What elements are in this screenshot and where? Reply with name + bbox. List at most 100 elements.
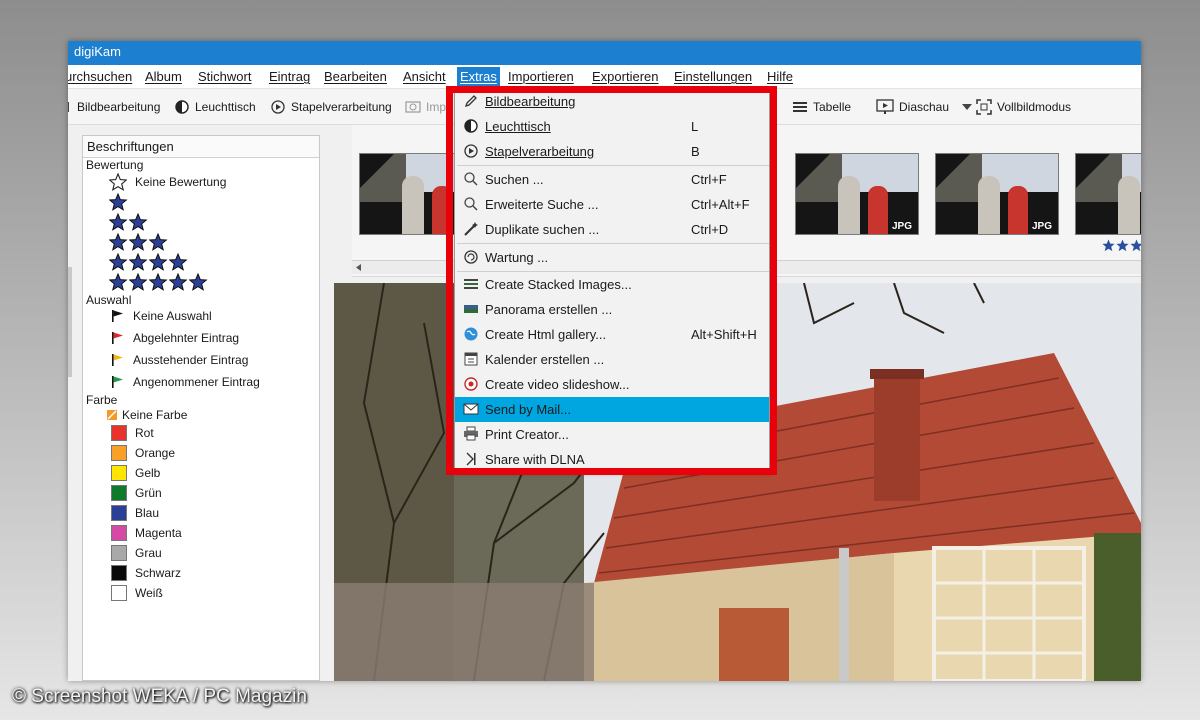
import-icon [405, 101, 421, 113]
color-gruen-item[interactable]: Grün [111, 485, 162, 501]
menu-item-duplikate-suchen[interactable]: Duplikate suchen ... Ctrl+D [455, 217, 769, 242]
menu-item-panorama-erstellen[interactable]: Panorama erstellen ... [455, 297, 769, 322]
thumbnail[interactable]: JPG [795, 153, 919, 235]
menu-exportieren[interactable]: Exportieren [589, 67, 661, 87]
no-color-icon [107, 410, 117, 420]
mail-icon [463, 401, 479, 417]
rating-star-icon [1130, 239, 1141, 252]
menu-item-leuchttisch[interactable]: Leuchttisch L [455, 114, 769, 139]
menu-album[interactable]: Album [142, 67, 185, 87]
menu-separator [457, 243, 769, 244]
batch-icon [463, 143, 479, 159]
lighttable-icon [463, 118, 479, 134]
toolbar-tabelle-button[interactable]: Tabelle [792, 97, 851, 117]
flag-red-icon [112, 332, 123, 344]
menu-item-create-html-gallery[interactable]: Create Html gallery... Alt+Shift+H [455, 322, 769, 347]
fullscreen-icon [976, 99, 992, 115]
toolbar-vollbildmodus-button[interactable]: Vollbildmodus [976, 97, 1071, 117]
color-swatch [111, 465, 127, 481]
toolbar-edge-icon [68, 102, 69, 112]
menu-item-create-video-slideshow[interactable]: Create video slideshow... [455, 372, 769, 397]
toolbar-import-button[interactable]: Imp [405, 97, 446, 117]
color-swatch [111, 505, 127, 521]
chevron-down-icon[interactable] [962, 103, 973, 111]
window-title: digiKam [74, 44, 121, 59]
filled-star-icon [109, 253, 128, 271]
rating-star-icon [1116, 239, 1129, 252]
menu-item-wartung[interactable]: Wartung ... [455, 245, 769, 270]
menu-item-send-by-mail[interactable]: Send by Mail... [455, 397, 769, 422]
color-section-label: Farbe [86, 393, 118, 407]
title-bar: digiKam [68, 41, 1141, 65]
menu-item-bildbearbeitung[interactable]: Bildbearbeitung [455, 89, 769, 114]
pencil-icon [463, 93, 479, 109]
menu-durchsuchen[interactable]: urchsuchen [68, 67, 135, 87]
scroll-left-icon[interactable] [352, 261, 366, 274]
menu-stichwort[interactable]: Stichwort [195, 67, 254, 87]
menu-item-create-stacked-images[interactable]: Create Stacked Images... [455, 272, 769, 297]
lighttable-icon [175, 100, 189, 114]
menu-item-share-with-dlna[interactable]: Share with DLNA [455, 447, 769, 471]
menu-ansicht[interactable]: Ansicht [400, 67, 449, 87]
menu-extras[interactable]: Extras [457, 67, 500, 87]
rating-2-star-item[interactable] [109, 213, 148, 231]
rating-star-icon [1102, 239, 1115, 252]
filled-star-icon [109, 273, 128, 291]
color-none-item[interactable]: Keine Farbe [107, 408, 187, 422]
thumbnail[interactable]: JPG [1075, 153, 1141, 235]
color-swatch [111, 525, 127, 541]
pick-pending-item[interactable]: Ausstehender Eintrag [111, 353, 248, 367]
menu-separator [457, 165, 769, 166]
menu-hilfe[interactable]: Hilfe [764, 67, 796, 87]
thumbnail-badge: JPG [1031, 221, 1052, 232]
menu-importieren[interactable]: Importieren [505, 67, 577, 87]
thumbnail[interactable]: JPG [935, 153, 1059, 235]
color-swatch [111, 485, 127, 501]
copyright-watermark: © Screenshot WEKA / PC Magazin [12, 686, 307, 707]
menu-einstellungen[interactable]: Einstellungen [671, 67, 755, 87]
pick-rejected-item[interactable]: Abgelehnter Eintrag [111, 331, 239, 345]
slideshow-icon [876, 99, 894, 114]
menu-item-stapelverarbeitung[interactable]: Stapelverarbeitung B [455, 139, 769, 164]
labels-panel-title: Beschriftungen [83, 136, 319, 158]
filled-star-icon [109, 233, 128, 251]
toolbar-bildbearbeitung-button[interactable]: Bildbearbeitung [68, 97, 160, 117]
color-gelb-item[interactable]: Gelb [111, 465, 160, 481]
menu-eintrag[interactable]: Eintrag [266, 67, 313, 87]
menu-bearbeiten[interactable]: Bearbeiten [321, 67, 390, 87]
color-grau-item[interactable]: Grau [111, 545, 162, 561]
rating-3-star-item[interactable] [109, 233, 168, 251]
menu-item-print-creator[interactable]: Print Creator... [455, 422, 769, 447]
flag-black-icon [112, 310, 123, 322]
filled-star-icon [149, 253, 168, 271]
table-icon [793, 102, 807, 112]
color-schwarz-item[interactable]: Schwarz [111, 565, 181, 581]
filled-star-icon [109, 193, 128, 211]
toolbar-diaschau-button[interactable]: Diaschau [876, 97, 973, 117]
color-orange-item[interactable]: Orange [111, 445, 175, 461]
menu-item-suchen[interactable]: Suchen ... Ctrl+F [455, 167, 769, 192]
color-swatch [111, 585, 127, 601]
rating-1-star-item[interactable] [109, 193, 128, 211]
pick-accepted-item[interactable]: Angenommener Eintrag [111, 375, 260, 389]
menu-item-kalender-erstellen[interactable]: Kalender erstellen ... [455, 347, 769, 372]
thumbnail-rating [1102, 239, 1141, 252]
color-blau-item[interactable]: Blau [111, 505, 159, 521]
toolbar-leuchttisch-button[interactable]: Leuchttisch [174, 97, 256, 117]
toolbar-stapelverarbeitung-button[interactable]: Stapelverarbeitung [270, 97, 392, 117]
rating-none-item[interactable]: Keine Bewertung [109, 173, 226, 191]
dlna-icon [463, 451, 479, 467]
rating-4-star-item[interactable] [109, 253, 188, 271]
labels-panel: Beschriftungen Bewertung Keine Bewertung… [82, 135, 320, 681]
color-swatch [111, 445, 127, 461]
rating-5-star-item[interactable] [109, 273, 208, 291]
filled-star-icon [109, 213, 128, 231]
color-magenta-item[interactable]: Magenta [111, 525, 182, 541]
video-icon [463, 376, 479, 392]
thumbnail-badge: JPG [891, 221, 912, 232]
left-edge-scroll[interactable] [68, 267, 72, 377]
menu-item-erweiterte-suche[interactable]: Erweiterte Suche ... Ctrl+Alt+F [455, 192, 769, 217]
color-rot-item[interactable]: Rot [111, 425, 154, 441]
pick-none-item[interactable]: Keine Auswahl [111, 309, 212, 323]
color-weiss-item[interactable]: Weiß [111, 585, 163, 601]
